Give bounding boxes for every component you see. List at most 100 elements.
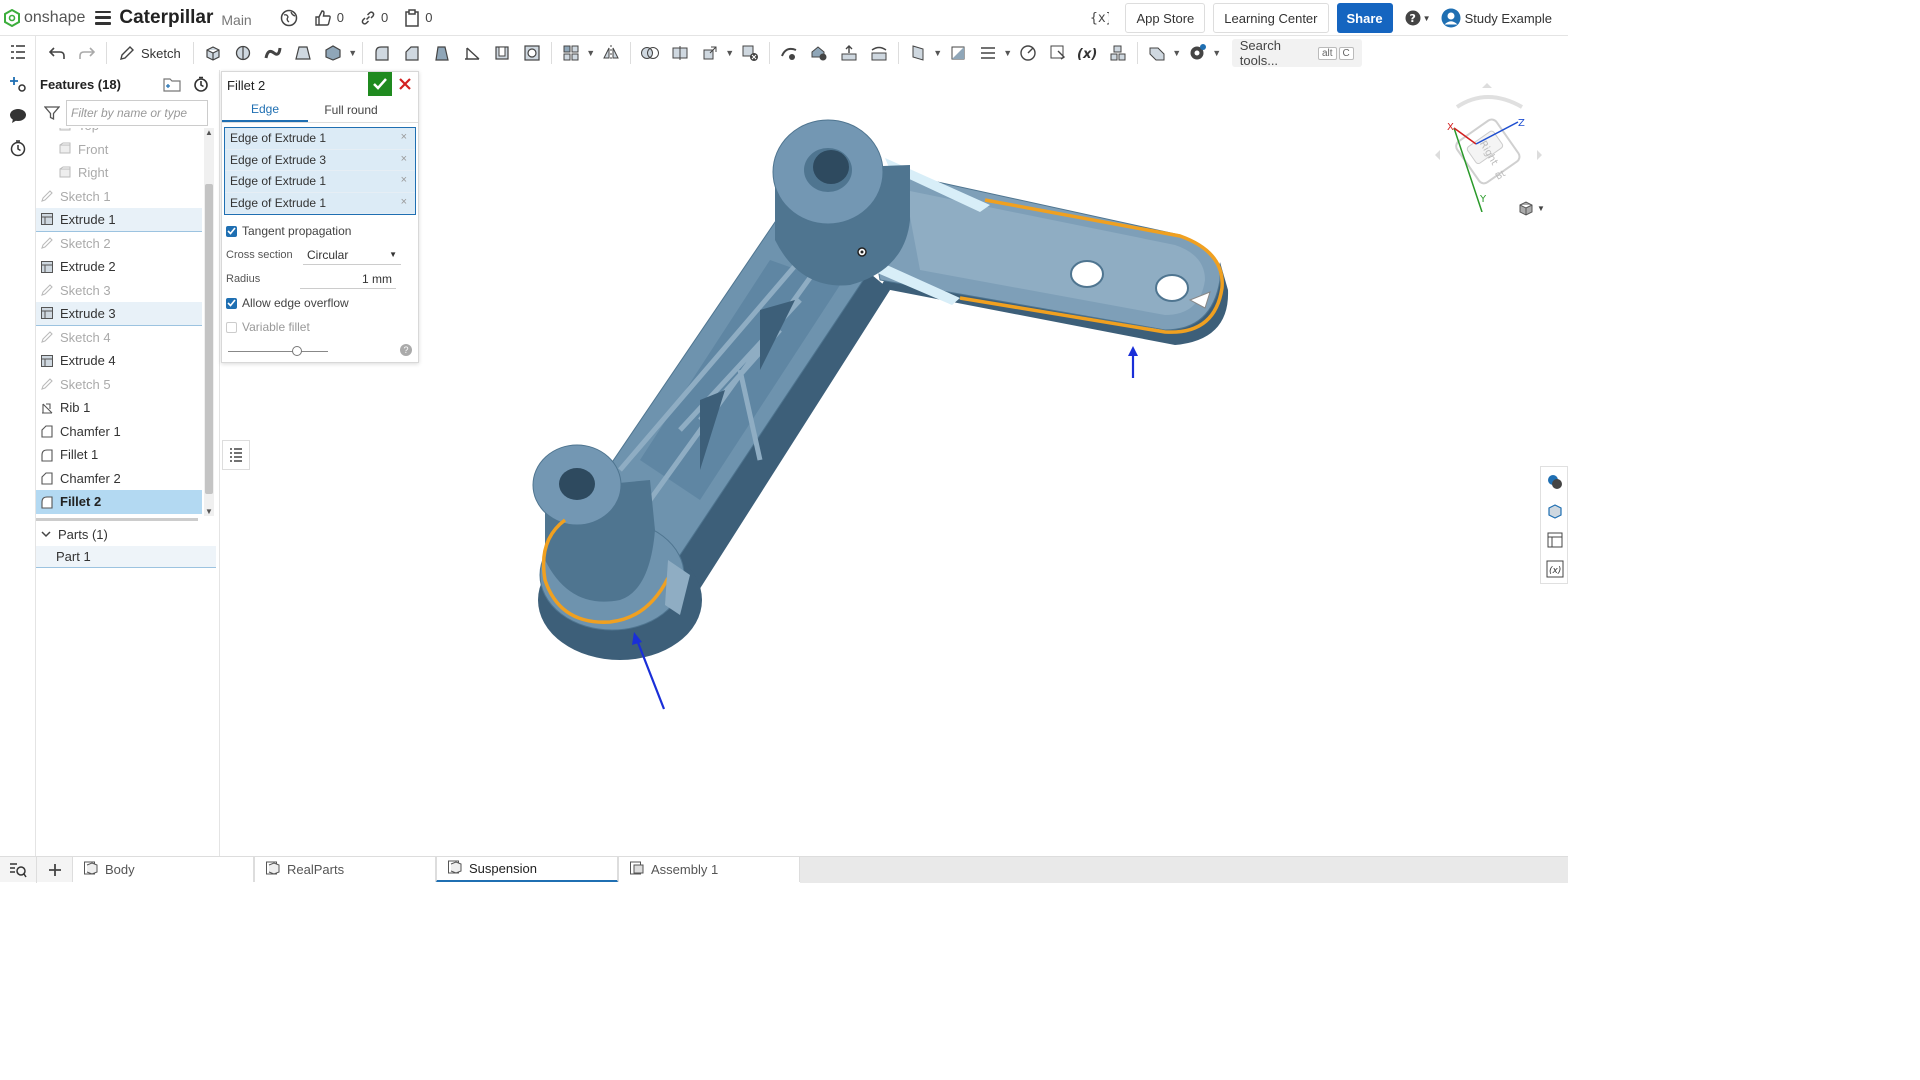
instances-icon[interactable] <box>0 68 36 100</box>
plane-icon[interactable] <box>903 38 933 68</box>
feature-list-scrollbar[interactable]: ▲ ▼ <box>204 128 214 516</box>
scroll-down-icon[interactable]: ▼ <box>205 507 213 516</box>
filter-input[interactable]: Filter by name or type <box>66 100 208 126</box>
split-icon[interactable] <box>665 38 695 68</box>
caterpillar-model[interactable] <box>222 70 1568 856</box>
variables-panel-icon[interactable]: (x) <box>1541 554 1569 583</box>
history-icon[interactable] <box>0 132 36 164</box>
redo-icon[interactable] <box>72 38 102 68</box>
chevron-down-icon[interactable] <box>40 528 52 540</box>
caret-down-icon[interactable]: ▼ <box>1003 48 1013 58</box>
parts-header[interactable]: Parts (1) <box>36 522 216 546</box>
feature-item[interactable]: Fillet 1 <box>36 443 202 467</box>
extrude-icon[interactable] <box>198 38 228 68</box>
shell-icon[interactable] <box>487 38 517 68</box>
tab-search-icon[interactable] <box>0 857 36 883</box>
feature-item[interactable]: Extrude 1 <box>36 208 202 232</box>
feature-item[interactable]: Sketch 5 <box>36 373 202 397</box>
menu-icon[interactable] <box>95 10 112 25</box>
composite-part-icon[interactable] <box>1103 38 1133 68</box>
user-menu[interactable]: Study Example <box>1441 8 1552 28</box>
caret-down-icon[interactable]: ▼ <box>586 48 596 58</box>
filter-icon[interactable] <box>44 105 60 121</box>
helix-icon[interactable] <box>1013 38 1043 68</box>
undo-icon[interactable] <box>42 38 72 68</box>
add-tab-icon[interactable] <box>36 856 72 883</box>
links-button[interactable]: 0 <box>360 10 388 26</box>
tab-assembly-1[interactable]: Assembly 1 <box>618 857 800 882</box>
sweep-icon[interactable] <box>258 38 288 68</box>
feature-item[interactable]: Extrude 4 <box>36 349 202 373</box>
help-icon[interactable]: ? ▼ <box>1405 10 1431 26</box>
caret-down-icon[interactable]: ▼ <box>725 48 735 58</box>
feature-item[interactable]: Sketch 2 <box>36 232 202 256</box>
thicken-icon[interactable] <box>318 38 348 68</box>
globe-icon[interactable] <box>280 9 298 27</box>
feature-item[interactable]: Fillet 2 <box>36 490 202 514</box>
feature-item[interactable]: Top <box>36 128 202 138</box>
rib-icon[interactable] <box>457 38 487 68</box>
curves-icon[interactable] <box>973 38 1003 68</box>
feature-item[interactable]: Sketch 4 <box>36 326 202 350</box>
parts-divider[interactable] <box>36 518 198 521</box>
replace-face-icon[interactable] <box>864 38 894 68</box>
feature-item[interactable]: Chamfer 2 <box>36 467 202 491</box>
feature-item[interactable]: Rib 1 <box>36 396 202 420</box>
modify-fillet-icon[interactable] <box>774 38 804 68</box>
configurations-icon[interactable] <box>1541 496 1569 525</box>
feature-list-icon[interactable] <box>0 36 36 68</box>
branch-name[interactable]: Main <box>221 12 251 28</box>
caret-down-icon[interactable]: ▼ <box>1212 48 1222 58</box>
fillet-icon[interactable] <box>367 38 397 68</box>
loft-icon[interactable] <box>288 38 318 68</box>
like-button[interactable]: 0 <box>314 9 344 27</box>
tab-realparts[interactable]: RealParts <box>254 857 436 882</box>
revolve-icon[interactable] <box>228 38 258 68</box>
search-tools-input[interactable]: Search tools... alt C <box>1231 38 1362 68</box>
feature-item[interactable]: Sketch 3 <box>36 279 202 303</box>
scroll-thumb[interactable] <box>205 184 213 494</box>
view-options-icon[interactable]: ▼ <box>1518 200 1545 216</box>
sheet-metal-icon[interactable] <box>1142 38 1172 68</box>
rollback-timer-icon[interactable] <box>193 76 209 92</box>
share-button[interactable]: Share <box>1336 3 1393 33</box>
view-cube[interactable]: Right Bt X Z Y ▼ <box>1432 82 1552 222</box>
custom-features-icon[interactable] <box>1182 38 1212 68</box>
tab-suspension[interactable]: Suspension <box>436 857 618 882</box>
add-folder-icon[interactable] <box>163 76 181 92</box>
hole-icon[interactable] <box>517 38 547 68</box>
feature-item[interactable]: Extrude 3 <box>36 302 202 326</box>
pattern-icon[interactable] <box>556 38 586 68</box>
mirror-icon[interactable] <box>596 38 626 68</box>
tab-body[interactable]: Body <box>72 857 254 882</box>
feature-item[interactable]: Sketch 1 <box>36 185 202 209</box>
part-properties-icon[interactable] <box>1541 525 1569 554</box>
feature-item[interactable]: Chamfer 1 <box>36 420 202 444</box>
sketch-button[interactable]: Sketch <box>111 38 189 68</box>
scroll-up-icon[interactable]: ▲ <box>205 128 213 137</box>
caret-down-icon[interactable]: ▼ <box>1172 48 1182 58</box>
appearance-icon[interactable] <box>1541 467 1569 496</box>
draft-icon[interactable] <box>427 38 457 68</box>
feature-item[interactable]: Right <box>36 161 202 185</box>
copies-button[interactable]: 0 <box>404 8 432 27</box>
chamfer-icon[interactable] <box>397 38 427 68</box>
move-face-icon[interactable] <box>834 38 864 68</box>
variable-icon[interactable]: (x) <box>1073 38 1103 68</box>
delete-part-icon[interactable] <box>735 38 765 68</box>
graphics-viewport[interactable]: Right Bt X Z Y ▼ (x) <box>222 70 1568 856</box>
caret-down-icon[interactable]: ▼ <box>933 48 943 58</box>
learning-center-button[interactable]: Learning Center <box>1213 3 1329 33</box>
feature-item[interactable]: Front <box>36 138 202 162</box>
section-view-icon[interactable] <box>943 38 973 68</box>
delete-face-icon[interactable] <box>804 38 834 68</box>
transform-icon[interactable] <box>695 38 725 68</box>
part-item[interactable]: Part 1 <box>36 546 216 568</box>
variables-icon[interactable]: {x} <box>1089 8 1113 29</box>
caret-down-icon[interactable]: ▼ <box>348 48 358 58</box>
feature-item[interactable]: Extrude 2 <box>36 255 202 279</box>
comments-icon[interactable] <box>0 100 36 132</box>
document-title[interactable]: Caterpillar <box>119 7 213 29</box>
app-store-button[interactable]: App Store <box>1125 3 1206 33</box>
onshape-logo[interactable]: onshape <box>4 8 85 27</box>
